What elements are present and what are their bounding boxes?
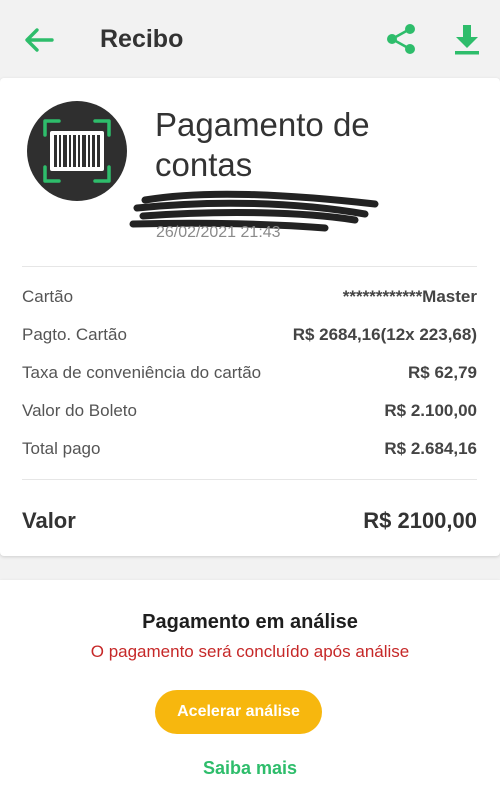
row-total-pago: Total pago R$ 2.684,16: [22, 436, 477, 462]
receipt-card: Pagamento de contas 26/02/2021 21:43 Car…: [0, 78, 500, 556]
page-title: Recibo: [100, 25, 184, 53]
total-value: R$ 2100,00: [363, 508, 477, 533]
row-value: R$ 62,79: [408, 363, 477, 382]
row-taxa: Taxa de conveniência do cartão R$ 62,79: [22, 360, 477, 386]
status-title: Pagamento em análise: [142, 611, 358, 633]
row-label: Taxa de conveniência do cartão: [22, 363, 262, 382]
receipt-datetime: 26/02/2021 21:43: [156, 224, 281, 241]
row-value: R$ 2.100,00: [384, 401, 477, 420]
learn-more-link[interactable]: Saiba mais: [0, 758, 500, 779]
share-icon[interactable]: [384, 22, 418, 56]
row-label: Total pago: [22, 439, 101, 458]
barcode-icon: [27, 101, 127, 201]
total-row: Valor R$ 2100,00: [22, 504, 477, 538]
row-label: Pagto. Cartão: [22, 325, 127, 344]
divider: [22, 266, 477, 267]
accelerate-analysis-button[interactable]: Acelerar análise: [155, 690, 322, 734]
app-bar: Recibo: [0, 0, 500, 78]
row-value: ************Master: [342, 287, 477, 306]
row-pagto-cartao: Pagto. Cartão R$ 2684,16(12x 223,68): [22, 322, 477, 348]
row-cartao: Cartão ************Master: [22, 284, 477, 310]
back-arrow-icon[interactable]: [22, 24, 56, 56]
divider: [22, 479, 477, 480]
status-message: O pagamento será concluído após análise: [90, 642, 410, 661]
row-value: R$ 2684,16(12x 223,68): [292, 325, 477, 344]
status-card: Pagamento em análise O pagamento será co…: [0, 580, 500, 794]
receipt-heading: Pagamento de contas: [155, 106, 370, 183]
download-icon[interactable]: [452, 22, 482, 56]
total-label: Valor: [22, 508, 76, 533]
row-value: R$ 2.684,16: [384, 439, 477, 458]
row-label: Valor do Boleto: [22, 401, 137, 420]
row-valor-boleto: Valor do Boleto R$ 2.100,00: [22, 398, 477, 424]
row-label: Cartão: [22, 287, 74, 306]
